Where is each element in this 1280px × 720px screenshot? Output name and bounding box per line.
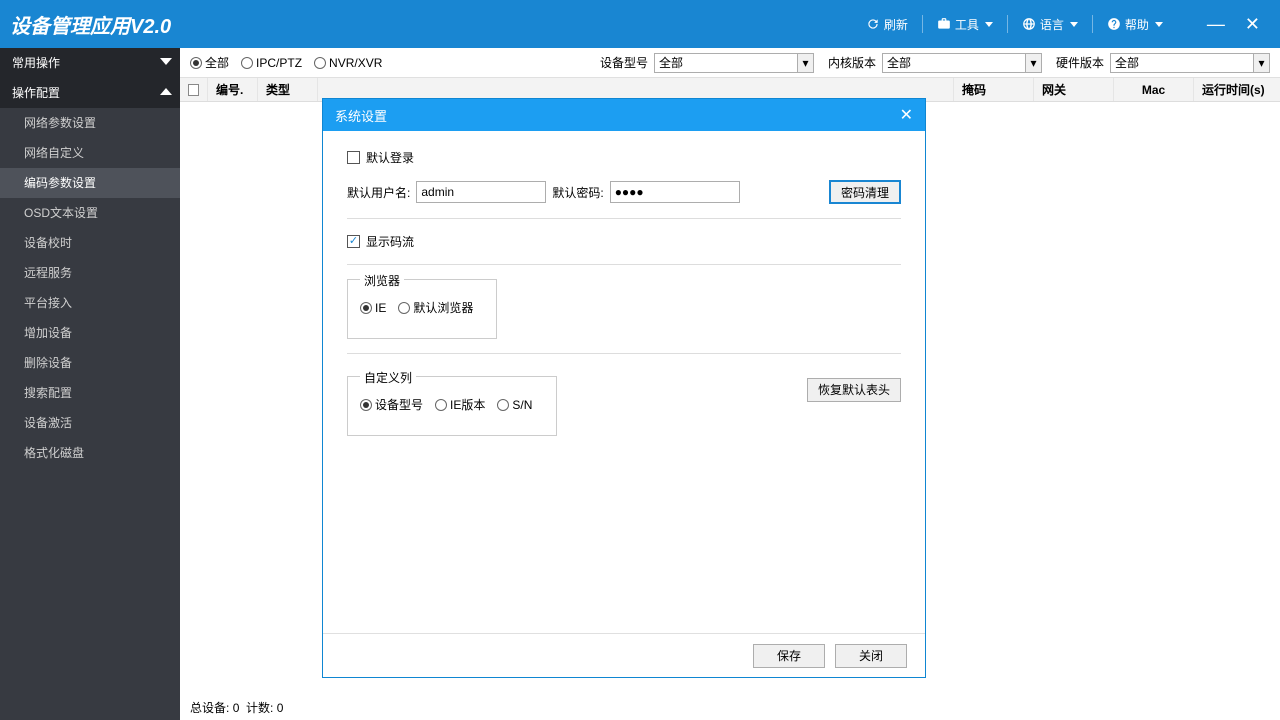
chevron-down-icon — [160, 58, 172, 65]
radio-icon — [190, 57, 202, 69]
show-stream-checkbox[interactable]: 显示码流 — [347, 233, 901, 250]
radio-icon — [360, 302, 372, 314]
chevron-down-icon — [1070, 22, 1078, 27]
sidebar: 常用操作 操作配置 网络参数设置网络自定义编码参数设置OSD文本设置设备校时远程… — [0, 48, 180, 720]
filter-radio-all[interactable]: 全部 — [190, 54, 229, 71]
chevron-down-icon: ▾ — [1025, 54, 1041, 72]
sidebar-item-3[interactable]: OSD文本设置 — [0, 198, 180, 228]
sidebar-item-6[interactable]: 平台接入 — [0, 288, 180, 318]
radio-icon — [497, 399, 509, 411]
radio-icon — [314, 57, 326, 69]
clear-password-button[interactable]: 密码清理 — [829, 180, 901, 204]
browser-default-radio[interactable]: 默认浏览器 — [398, 299, 473, 316]
close-button[interactable]: ✕ — [1235, 15, 1270, 33]
checkbox-icon — [347, 151, 360, 164]
filter-radio-ipc[interactable]: IPC/PTZ — [241, 56, 302, 70]
col-mac[interactable]: Mac — [1114, 78, 1194, 101]
sidebar-item-9[interactable]: 搜索配置 — [0, 378, 180, 408]
chevron-down-icon: ▾ — [797, 54, 813, 72]
sidebar-group-common[interactable]: 常用操作 — [0, 48, 180, 78]
sidebar-item-2[interactable]: 编码参数设置 — [0, 168, 180, 198]
sidebar-item-11[interactable]: 格式化磁盘 — [0, 438, 180, 468]
refresh-button[interactable]: 刷新 — [852, 16, 922, 33]
default-user-label: 默认用户名: — [347, 184, 410, 201]
app-title: 设备管理应用V2.0 — [10, 10, 852, 39]
system-settings-modal: 系统设置 ✕ 默认登录 默认用户名: 默认密码: 密码清理 显示码流 浏览器 I… — [322, 98, 926, 678]
col-index[interactable]: 编号. — [208, 78, 258, 101]
sidebar-item-5[interactable]: 远程服务 — [0, 258, 180, 288]
model-label: 设备型号 — [600, 54, 648, 71]
globe-icon — [1022, 17, 1036, 31]
chevron-up-icon — [160, 88, 172, 95]
hw-combo[interactable]: 全部▾ — [1110, 53, 1270, 73]
col-ie-radio[interactable]: IE版本 — [435, 396, 485, 413]
model-combo[interactable]: 全部▾ — [654, 53, 814, 73]
modal-close-button[interactable]: ✕ — [900, 105, 913, 125]
custom-cols-fieldset: 自定义列 设备型号 IE版本 S/N — [347, 376, 557, 436]
language-button[interactable]: 语言 — [1008, 16, 1092, 33]
default-pass-input[interactable] — [610, 181, 740, 203]
chevron-down-icon: ▾ — [1253, 54, 1269, 72]
sidebar-group-config[interactable]: 操作配置 — [0, 78, 180, 108]
select-all-checkbox[interactable] — [180, 78, 208, 101]
radio-icon — [398, 302, 410, 314]
toolbox-icon — [937, 17, 951, 31]
browser-ie-radio[interactable]: IE — [360, 301, 386, 315]
tools-button[interactable]: 工具 — [923, 16, 1007, 33]
col-gateway[interactable]: 网关 — [1034, 78, 1114, 101]
title-bar: 设备管理应用V2.0 刷新 工具 语言 帮助 — ✕ — [0, 0, 1280, 48]
filter-bar: 全部 IPC/PTZ NVR/XVR 设备型号 全部▾ 内核版本 全部▾ 硬件版… — [180, 48, 1280, 78]
col-mask[interactable]: 掩码 — [954, 78, 1034, 101]
radio-icon — [435, 399, 447, 411]
kernel-combo[interactable]: 全部▾ — [882, 53, 1042, 73]
sidebar-item-0[interactable]: 网络参数设置 — [0, 108, 180, 138]
kernel-label: 内核版本 — [828, 54, 876, 71]
sidebar-item-1[interactable]: 网络自定义 — [0, 138, 180, 168]
radio-icon — [241, 57, 253, 69]
refresh-icon — [866, 17, 880, 31]
radio-icon — [360, 399, 372, 411]
modal-title-text: 系统设置 — [335, 106, 900, 125]
browser-fieldset: 浏览器 IE 默认浏览器 — [347, 279, 497, 339]
filter-radio-nvr[interactable]: NVR/XVR — [314, 56, 382, 70]
sidebar-item-8[interactable]: 删除设备 — [0, 348, 180, 378]
default-pass-label: 默认密码: — [552, 184, 603, 201]
chevron-down-icon — [1155, 22, 1163, 27]
col-sn-radio[interactable]: S/N — [497, 398, 532, 412]
reset-header-button[interactable]: 恢复默认表头 — [807, 378, 901, 402]
sidebar-item-10[interactable]: 设备激活 — [0, 408, 180, 438]
chevron-down-icon — [985, 22, 993, 27]
sidebar-item-7[interactable]: 增加设备 — [0, 318, 180, 348]
default-user-input[interactable] — [416, 181, 546, 203]
checkbox-icon — [347, 235, 360, 248]
hw-label: 硬件版本 — [1056, 54, 1104, 71]
close-button-footer[interactable]: 关闭 — [835, 644, 907, 668]
col-model-radio[interactable]: 设备型号 — [360, 396, 423, 413]
col-runtime[interactable]: 运行时间(s) — [1194, 78, 1280, 101]
custom-cols-legend: 自定义列 — [360, 369, 416, 386]
col-type[interactable]: 类型 — [258, 78, 318, 101]
sidebar-item-4[interactable]: 设备校时 — [0, 228, 180, 258]
modal-titlebar[interactable]: 系统设置 ✕ — [323, 99, 925, 131]
browser-legend: 浏览器 — [360, 272, 404, 289]
auto-login-checkbox[interactable]: 默认登录 — [347, 149, 901, 166]
minimize-button[interactable]: — — [1197, 15, 1235, 33]
help-icon — [1107, 17, 1121, 31]
save-button[interactable]: 保存 — [753, 644, 825, 668]
status-bar: 总设备: 0 计数: 0 — [180, 696, 1280, 720]
help-button[interactable]: 帮助 — [1093, 16, 1177, 33]
